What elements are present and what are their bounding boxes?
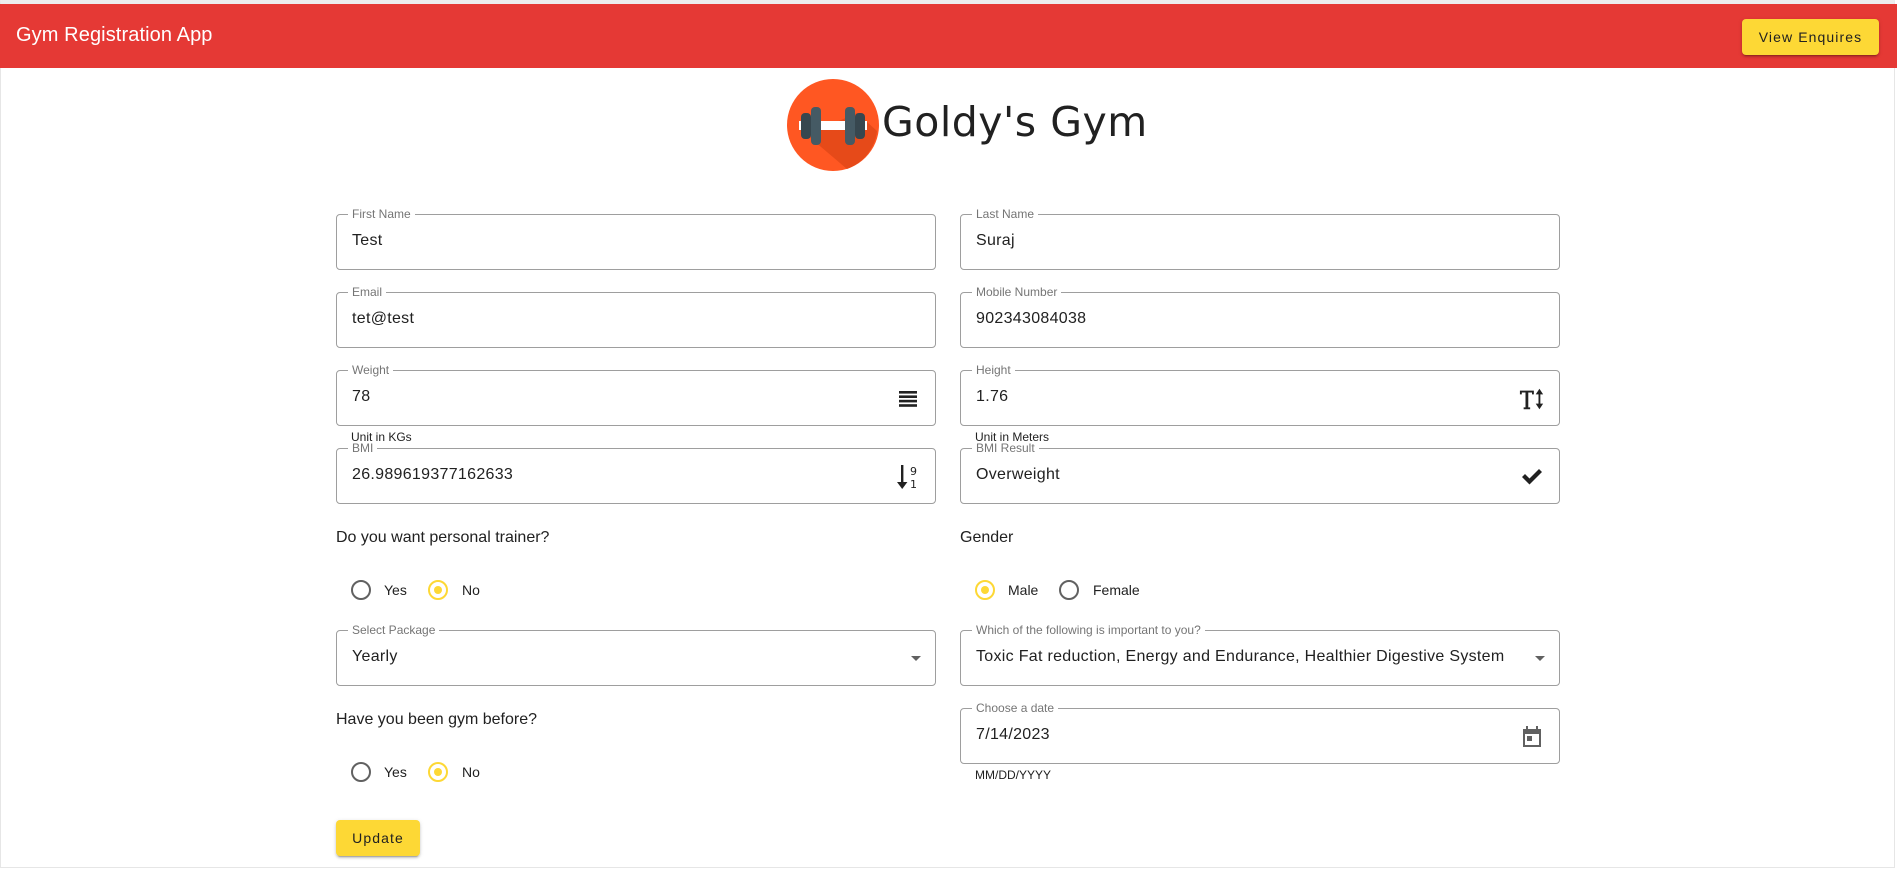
bmi-field[interactable]: BMI 26.989619377162633 9 1 <box>336 441 936 504</box>
app-toolbar: Gym Registration App View Enquires <box>0 4 1897 68</box>
email-label: Email <box>348 285 387 299</box>
bmi-label: BMI <box>348 441 378 455</box>
date-value: 7/14/2023 <box>976 726 1050 743</box>
gender-female-label[interactable]: Female <box>1093 582 1140 598</box>
date-label: Choose a date <box>972 701 1059 715</box>
last-name-value: Suraj <box>976 232 1015 249</box>
chevron-down-icon <box>1535 656 1545 661</box>
package-label: Select Package <box>348 623 440 637</box>
bmi-result-field[interactable]: BMI Result Overweight <box>960 441 1560 504</box>
gym-before-yes-label[interactable]: Yes <box>384 764 407 780</box>
package-select[interactable]: Select Package Yearly <box>336 623 936 686</box>
trainer-yes-radio[interactable] <box>351 580 371 600</box>
height-value: 1.76 <box>976 388 1009 405</box>
last-name-field[interactable]: Last Name Suraj <box>960 207 1560 270</box>
svg-text:9: 9 <box>910 465 917 478</box>
date-format-hint: MM/DD/YYYY <box>975 768 1052 782</box>
calendar-icon[interactable] <box>1519 723 1545 751</box>
weight-field[interactable]: Weight 78 <box>336 363 936 426</box>
sort-numeric-icon: 9 1 <box>895 463 921 491</box>
mobile-number-label: Mobile Number <box>972 285 1062 299</box>
bmi-result-value: Overweight <box>976 466 1060 483</box>
app-title: Gym Registration App <box>16 24 213 46</box>
gym-before-question: Have you been gym before? <box>336 711 538 728</box>
gym-before-no-radio[interactable] <box>428 762 448 782</box>
list-icon <box>895 385 921 413</box>
gym-before-no-label[interactable]: No <box>462 764 480 780</box>
weight-label: Weight <box>348 363 394 377</box>
gym-brand-name: Goldy's Gym <box>882 98 1148 146</box>
package-value: Yearly <box>352 648 398 665</box>
mobile-number-value: 902343084038 <box>976 310 1087 327</box>
importance-label: Which of the following is important to y… <box>972 623 1205 637</box>
trainer-no-label[interactable]: No <box>462 582 480 598</box>
dumbbell-logo-icon <box>787 79 879 171</box>
last-name-label: Last Name <box>972 207 1039 221</box>
first-name-field[interactable]: First Name Test <box>336 207 936 270</box>
mobile-number-field[interactable]: Mobile Number 902343084038 <box>960 285 1560 348</box>
first-name-label: First Name <box>348 207 415 221</box>
view-enquiries-button[interactable]: View Enquires <box>1742 19 1879 55</box>
gym-before-yes-radio[interactable] <box>351 762 371 782</box>
svg-text:1: 1 <box>910 478 917 490</box>
importance-select[interactable]: Which of the following is important to y… <box>960 623 1560 686</box>
height-label: Height <box>972 363 1015 377</box>
email-field[interactable]: Email tet@test <box>336 285 936 348</box>
trainer-no-radio[interactable] <box>428 580 448 600</box>
update-button[interactable]: Update <box>336 820 420 856</box>
text-height-icon <box>1519 385 1545 413</box>
bmi-value: 26.989619377162633 <box>352 466 514 483</box>
weight-value: 78 <box>352 388 371 405</box>
gender-male-radio[interactable] <box>975 580 995 600</box>
trainer-yes-label[interactable]: Yes <box>384 582 407 598</box>
email-value: tet@test <box>352 310 415 327</box>
gender-question: Gender <box>960 529 1014 546</box>
date-field[interactable]: Choose a date 7/14/2023 <box>960 701 1560 764</box>
chevron-down-icon <box>911 656 921 661</box>
height-field[interactable]: Height 1.76 <box>960 363 1560 426</box>
gender-female-radio[interactable] <box>1059 580 1079 600</box>
gender-male-label[interactable]: Male <box>1008 582 1038 598</box>
first-name-value: Test <box>352 232 383 249</box>
importance-value: Toxic Fat reduction, Energy and Enduranc… <box>976 648 1505 665</box>
bmi-result-label: BMI Result <box>972 441 1039 455</box>
check-icon <box>1519 463 1545 491</box>
personal-trainer-question: Do you want personal trainer? <box>336 529 550 546</box>
